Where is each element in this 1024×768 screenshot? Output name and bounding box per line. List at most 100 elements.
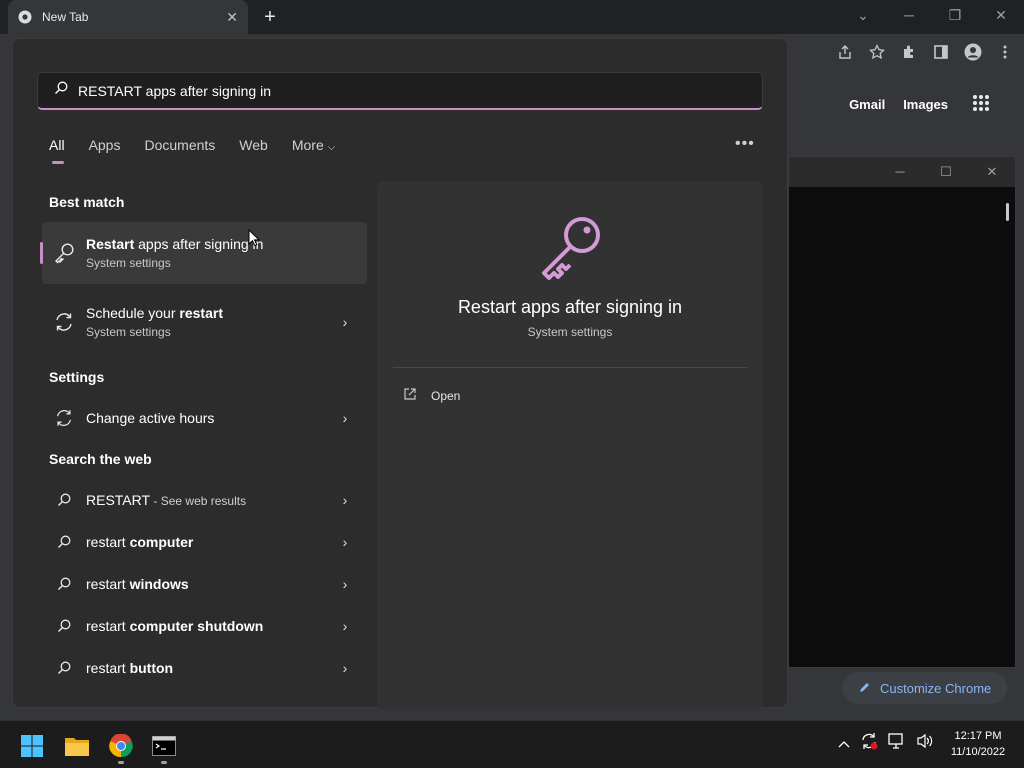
tray-overflow-chevron-up-icon[interactable]	[838, 735, 850, 753]
running-indicator	[161, 761, 167, 764]
search-icon	[54, 81, 68, 100]
open-action[interactable]: Open	[403, 387, 460, 404]
pencil-icon	[858, 680, 872, 697]
refresh-icon	[52, 310, 76, 334]
terminal-window[interactable]: ─ ☐ ✕	[788, 156, 1016, 668]
share-icon[interactable]	[836, 40, 854, 64]
toolbar-icons	[836, 40, 1014, 64]
web-result-item[interactable]: restart button ›	[42, 650, 367, 686]
search-box[interactable]	[37, 72, 763, 110]
tab-web[interactable]: Web	[239, 137, 268, 153]
terminal-close-icon[interactable]: ✕	[969, 157, 1015, 187]
windows-start-icon[interactable]	[12, 726, 52, 766]
preview-subtitle: System settings	[527, 325, 613, 339]
refresh-icon	[52, 406, 76, 430]
result-subtitle: System settings	[86, 325, 171, 339]
tab-new-tab[interactable]: New Tab ✕	[8, 0, 248, 34]
chevron-right-icon[interactable]: ›	[335, 534, 355, 550]
mouse-cursor-icon	[248, 228, 261, 252]
key-icon	[536, 211, 606, 286]
search-icon	[52, 656, 76, 680]
search-web-heading: Search the web	[49, 451, 152, 467]
filter-tabs: All Apps Documents Web More ⌵	[49, 137, 335, 164]
google-apps-icon[interactable]	[972, 94, 990, 115]
terminal-titlebar: ─ ☐ ✕	[789, 157, 1015, 187]
preview-title: Restart apps after signing in	[457, 297, 683, 317]
tab-more[interactable]: More ⌵	[292, 137, 335, 153]
web-result-label: restart computer shutdown	[86, 618, 264, 634]
settings-heading: Settings	[49, 369, 105, 385]
web-result-label: RESTART - See web results	[86, 492, 247, 508]
customize-chrome-button[interactable]: Customize Chrome	[842, 672, 1007, 704]
minimize-icon[interactable]: ─	[886, 0, 932, 30]
search-icon	[52, 530, 76, 554]
web-result-label: restart windows	[86, 576, 189, 592]
taskbar-clock[interactable]: 12:17 PM 11/10/2022	[940, 728, 1016, 760]
profile-icon[interactable]	[964, 40, 982, 64]
terminal-scrollbar[interactable]	[1006, 203, 1009, 221]
search-icon	[52, 572, 76, 596]
best-match-heading: Best match	[49, 194, 125, 210]
extensions-icon[interactable]	[900, 40, 918, 64]
search-input[interactable]	[78, 82, 762, 99]
terminal-icon[interactable]	[144, 726, 184, 766]
tab-more-label: More	[291, 137, 324, 153]
side-panel-icon[interactable]	[932, 40, 950, 64]
open-label: Open	[431, 388, 461, 403]
images-link[interactable]: Images	[903, 97, 948, 112]
new-tab-button[interactable]: +	[258, 4, 282, 30]
web-result-item[interactable]: restart windows ›	[42, 566, 367, 602]
chevron-right-icon[interactable]: ›	[335, 492, 355, 508]
web-result-item[interactable]: restart computer ›	[42, 524, 367, 560]
result-subtitle: System settings	[86, 256, 171, 270]
bookmark-star-icon[interactable]	[868, 40, 886, 64]
clock-time: 12:17 PM	[954, 730, 1002, 742]
chevron-right-icon[interactable]: ›	[335, 660, 355, 676]
chrome-icon[interactable]	[101, 726, 141, 766]
web-result-label: restart computer	[86, 534, 194, 550]
result-schedule-restart[interactable]: Schedule your restart System settings ›	[42, 291, 367, 353]
terminal-maximize-icon[interactable]: ☐	[923, 157, 969, 187]
system-tray	[838, 732, 934, 755]
gmail-link[interactable]: Gmail	[849, 97, 885, 112]
tab-all[interactable]: All	[49, 137, 65, 164]
web-result-item[interactable]: RESTART - See web results ›	[42, 482, 367, 518]
windows-update-icon[interactable]	[860, 732, 878, 755]
chevron-right-icon[interactable]: ›	[335, 314, 355, 330]
menu-kebab-icon[interactable]	[996, 40, 1014, 64]
result-restart-apps[interactable]: Restart apps after signing in System set…	[40, 222, 367, 284]
chrome-favicon-icon	[18, 10, 32, 24]
result-title: Schedule your restart	[86, 305, 223, 321]
customize-chrome-label: Customize Chrome	[880, 680, 992, 696]
search-icon	[52, 614, 76, 638]
chevron-down-icon: ⌵	[327, 142, 336, 153]
tab-search-icon[interactable]: ⌄	[840, 0, 886, 30]
web-result-label: restart button	[86, 660, 174, 676]
network-icon[interactable]	[888, 733, 906, 754]
chevron-right-icon[interactable]: ›	[335, 618, 355, 634]
search-icon	[52, 488, 76, 512]
preview-divider	[393, 367, 747, 368]
tab-close-icon[interactable]: ✕	[226, 9, 238, 26]
settings-item-change-active-hours[interactable]: Change active hours ›	[42, 400, 367, 436]
chevron-right-icon[interactable]: ›	[335, 576, 355, 592]
tab-documents[interactable]: Documents	[144, 137, 215, 153]
file-explorer-icon[interactable]	[57, 726, 97, 766]
terminal-minimize-icon[interactable]: ─	[877, 157, 923, 187]
key-icon	[52, 241, 76, 265]
result-title: Restart apps after signing in	[86, 236, 264, 252]
chrome-window-controls: ⌄ ─ ❐ ✕	[840, 0, 1024, 30]
close-icon[interactable]: ✕	[978, 0, 1024, 30]
more-options-icon[interactable]: •••	[735, 135, 755, 153]
volume-icon[interactable]	[916, 733, 934, 754]
running-indicator	[118, 761, 124, 764]
web-result-item[interactable]: restart computer shutdown ›	[42, 608, 367, 644]
result-preview-pane: Restart apps after signing in System set…	[377, 181, 763, 709]
open-external-icon	[403, 387, 417, 404]
restore-icon[interactable]: ❐	[932, 0, 978, 30]
start-search-panel: All Apps Documents Web More ⌵ ••• Best m…	[12, 38, 788, 709]
chevron-right-icon[interactable]: ›	[335, 410, 355, 426]
ntp-header-links: Gmail Images	[849, 94, 990, 115]
clock-date: 11/10/2022	[950, 746, 1006, 758]
tab-apps[interactable]: Apps	[89, 137, 121, 153]
